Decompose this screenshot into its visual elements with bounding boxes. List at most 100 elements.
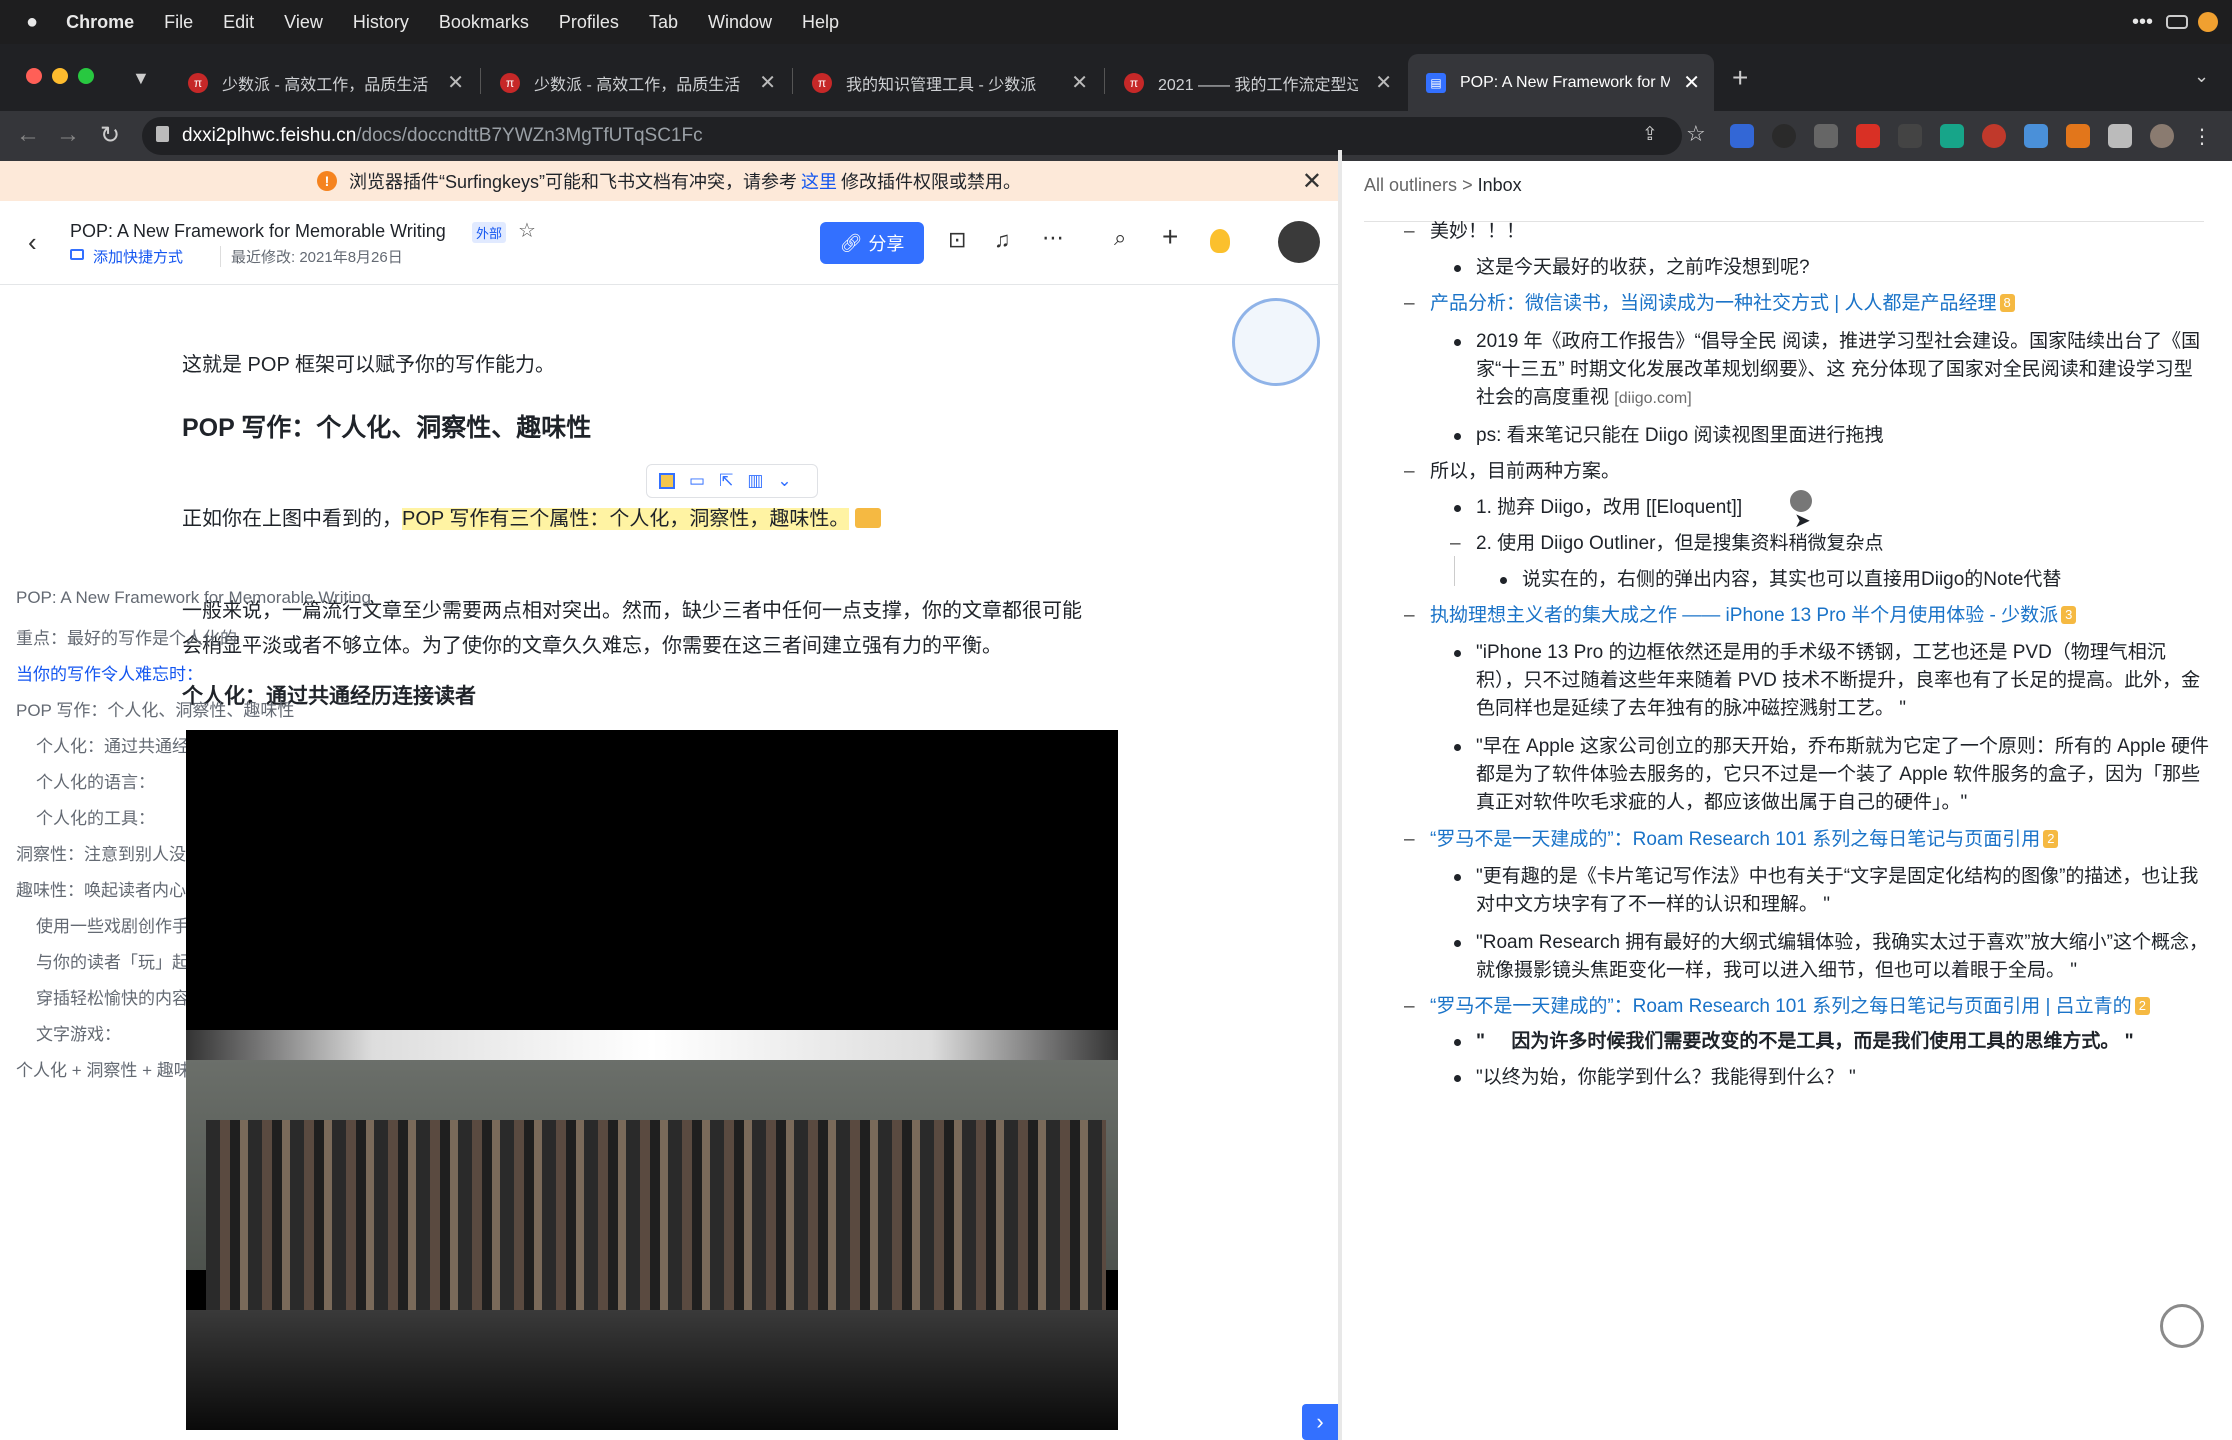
outline-item[interactable]: 2019 年《政府工作报告》“倡导全民 阅读，推进学习型社会建设。国家陆续出台了… — [1454, 328, 2216, 413]
control-center-icon[interactable] — [2166, 15, 2188, 29]
extension-notify-icon[interactable] — [1898, 124, 1922, 148]
toc-item[interactable]: 文字游戏： — [36, 1020, 121, 1045]
close-icon[interactable]: ✕ — [1302, 167, 1322, 196]
tab-workflow-2021[interactable]: π 2021 —— 我的工作流定型过程 - ✕ — [1106, 54, 1406, 111]
outline-item[interactable]: "以终为始，你能学到什么？我能得到什么？ " — [1454, 1064, 1856, 1092]
menu-edit[interactable]: Edit — [223, 12, 254, 33]
share-out-icon[interactable]: ⇱ — [719, 471, 733, 491]
tab-knowledge-tools[interactable]: π 我的知识管理工具 - 少数派 ✕ — [794, 54, 1102, 111]
tab-search-chevron-icon[interactable]: ⌄ — [2194, 66, 2209, 87]
outline-link-text[interactable]: “罗马不是一天建成的”：Roam Research 101 系列之每日笔记与页面… — [1430, 996, 2132, 1017]
menu-bookmarks[interactable]: Bookmarks — [439, 12, 529, 33]
outline-item[interactable]: 2. 使用 Diigo Outliner，但是搜集资料稍微复杂点 — [1450, 530, 1883, 558]
tab-close-icon[interactable]: ✕ — [447, 70, 464, 95]
bell-icon[interactable]: ♫ — [994, 227, 1011, 253]
window-minimize-button[interactable] — [52, 68, 68, 84]
delete-icon[interactable]: ▥ — [747, 471, 763, 491]
notice-link[interactable]: 这里 — [801, 168, 837, 194]
outline-link-text[interactable]: 执拗理想主义者的集大成之作 —— iPhone 13 Pro 半个月使用体验 -… — [1430, 605, 2058, 626]
chrome-menu-icon[interactable]: ⋮ — [2192, 124, 2212, 149]
doc-title[interactable]: POP: A New Framework for Memorable Writi… — [70, 221, 446, 242]
reload-icon[interactable]: ↻ — [100, 121, 120, 150]
comment-icon[interactable]: ▭ — [689, 471, 705, 491]
outline-item-link[interactable]: “罗马不是一天建成的”：Roam Research 101 系列之每日笔记与页面… — [1404, 993, 2150, 1021]
toc-item[interactable]: 个人化的工具： — [36, 804, 155, 829]
outline-link-text[interactable]: 产品分析：微信读书，当阅读成为一种社交方式 | 人人都是产品经理 — [1430, 293, 1997, 314]
more-options-icon[interactable]: ⋯ — [1042, 225, 1064, 251]
menu-history[interactable]: History — [353, 12, 409, 33]
outline-item[interactable]: 1. 抛弃 Diigo，改用 [[Eloquent]] — [1453, 494, 1742, 522]
share-button[interactable]: 🔗︎ 分享 — [820, 222, 924, 264]
new-tab-button[interactable]: + — [1732, 62, 1748, 94]
profile-avatar[interactable] — [2150, 124, 2174, 148]
metamask-fox-icon[interactable] — [2066, 124, 2090, 148]
toc-item[interactable]: 个人化 + 洞察性 + 趣味性 — [16, 1056, 208, 1081]
extension-j-icon[interactable] — [1730, 124, 1754, 148]
apple-icon[interactable]: ● — [26, 11, 38, 34]
tab-close-icon[interactable]: ✕ — [1375, 70, 1392, 95]
add-shortcut-link[interactable]: 添加快捷方式 — [93, 246, 183, 267]
outline-item[interactable]: "更有趣的是《卡片笔记写作法》中也有关于“文字是固定化结构的图像”的描述，也让我… — [1454, 863, 2222, 919]
menu-help[interactable]: Help — [802, 12, 839, 33]
extension-red-icon[interactable] — [1856, 124, 1880, 148]
extension-dark-icon[interactable] — [1772, 124, 1796, 148]
toc-item-active[interactable]: 当你的写作令人难忘时： — [16, 660, 203, 685]
add-icon[interactable]: + — [1162, 221, 1178, 253]
more-icon[interactable]: ••• — [2132, 11, 2153, 34]
expand-icon[interactable]: ⌄ — [777, 471, 791, 491]
tab-close-icon[interactable]: ✕ — [1683, 70, 1700, 95]
toc-item[interactable]: 使用一些戏剧创作手法 — [36, 912, 206, 937]
outline-item[interactable]: "Roam Research 拥有最好的大纲式编辑体验，我确实太过于喜欢”放大缩… — [1454, 929, 2222, 985]
outline-item[interactable]: 美妙！！！ — [1404, 218, 1525, 246]
outline-link-text[interactable]: “罗马不是一天建成的”：Roam Research 101 系列之每日笔记与页面… — [1430, 829, 2040, 850]
siri-icon[interactable] — [2198, 12, 2218, 32]
star-icon[interactable]: ☆ — [518, 218, 536, 243]
extension-grid-icon[interactable] — [2024, 124, 2048, 148]
next-page-button[interactable]: › — [1302, 1404, 1338, 1440]
chat-float-icon[interactable] — [2160, 1304, 2204, 1348]
back-icon[interactable]: ← — [16, 121, 40, 149]
menu-file[interactable]: File — [164, 12, 193, 33]
toc-item[interactable]: POP 写作：个人化、洞察性、趣味性 — [16, 696, 294, 721]
tab-sspai-1[interactable]: π 少数派 - 高效工作，品质生活 ✕ — [170, 54, 478, 111]
outline-item[interactable]: "早在 Apple 这家公司创立的那天开始，乔布斯就为它定了一个原则：所有的 A… — [1454, 733, 2222, 817]
breadcrumb-root[interactable]: All outliners — [1364, 175, 1457, 195]
outline-item[interactable]: 这是今天最好的收获，之前咋没想到呢? — [1454, 254, 1810, 282]
forward-icon[interactable]: → — [56, 121, 80, 149]
toc-item[interactable]: 重点：最好的写作是个人化的 — [16, 624, 237, 649]
window-zoom-button[interactable] — [78, 68, 94, 84]
bookmark-star-icon[interactable]: ☆ — [1686, 121, 1706, 147]
present-icon[interactable]: ⊡ — [948, 227, 966, 253]
outline-item-link[interactable]: 产品分析：微信读书，当阅读成为一种社交方式 | 人人都是产品经理8 — [1404, 290, 2015, 318]
toc-item[interactable]: POP: A New Framework for Memorable Writi… — [16, 588, 371, 608]
extensions-puzzle-icon[interactable] — [2108, 124, 2132, 148]
menu-view[interactable]: View — [284, 12, 323, 33]
tab-pop-framework[interactable]: ▤ POP: A New Framework for Me ✕ — [1408, 54, 1714, 111]
comment-marker-icon[interactable] — [855, 508, 881, 528]
outline-item[interactable]: " 因为许多时候我们需要改变的不是工具，而是我们使用工具的思维方式。 " — [1454, 1028, 2134, 1056]
outline-item-link[interactable]: 执拗理想主义者的集大成之作 —— iPhone 13 Pro 半个月使用体验 -… — [1404, 602, 2077, 630]
toc-item[interactable]: 穿插轻松愉快的内容 — [36, 984, 189, 1009]
outline-item[interactable]: "iPhone 13 Pro 的边框依然还是用的手术级不锈钢，工艺也还是 PVD… — [1454, 639, 2222, 723]
outline-item-link[interactable]: “罗马不是一天建成的”：Roam Research 101 系列之每日笔记与页面… — [1404, 826, 2059, 854]
address-bar[interactable]: dxxi2plhwc.feishu.cn/docs/doccndttB7YWZn… — [142, 117, 1682, 155]
adblock-abp-icon[interactable] — [1982, 124, 2006, 148]
menu-profiles[interactable]: Profiles — [559, 12, 619, 33]
user-avatar[interactable] — [1278, 221, 1320, 263]
extension-s-icon[interactable] — [1940, 124, 1964, 148]
toc-item[interactable]: 与你的读者「玩」起来 — [36, 948, 206, 973]
tab-close-icon[interactable]: ✕ — [759, 70, 776, 95]
source-link[interactable]: [diigo.com] — [1614, 390, 1691, 407]
outline-item[interactable]: ps: 看来笔记只能在 Diigo 阅读视图里面进行拖拽 — [1453, 422, 1883, 450]
tab-sspai-2[interactable]: π 少数派 - 高效工作，品质生活 ✕ — [482, 54, 790, 111]
outline-item[interactable]: 所以，目前两种方案。 — [1404, 458, 1620, 486]
breadcrumb-current[interactable]: Inbox — [1478, 175, 1522, 195]
menu-app-name[interactable]: Chrome — [66, 12, 134, 33]
highlighted-text[interactable]: POP 写作有三个属性：个人化，洞察性，趣味性。 — [402, 508, 850, 530]
extension-pen-icon[interactable] — [1814, 124, 1838, 148]
search-icon[interactable]: ⌕ — [1114, 225, 1126, 251]
tab-close-icon[interactable]: ✕ — [1071, 70, 1088, 95]
toc-item[interactable]: 个人化的语言： — [36, 768, 155, 793]
menu-tab[interactable]: Tab — [649, 12, 678, 33]
share-page-icon[interactable]: ⇪ — [1642, 123, 1658, 146]
